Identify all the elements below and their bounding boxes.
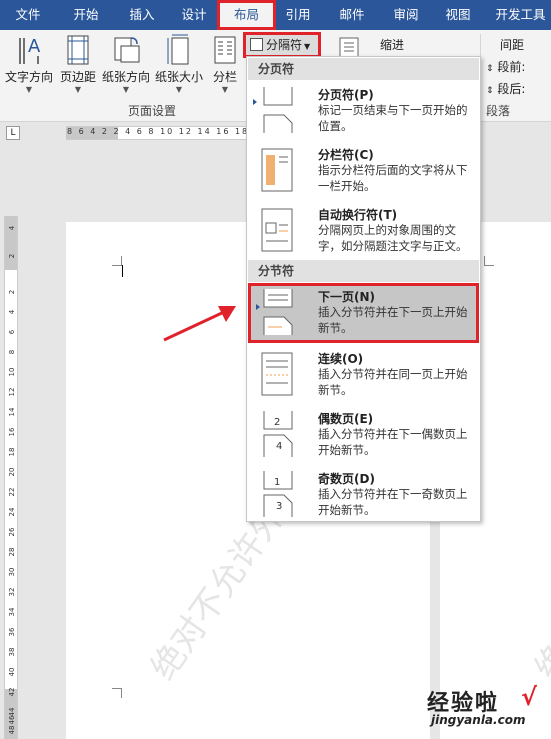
spacing-label: 间距 bbox=[500, 38, 525, 52]
orientation-icon bbox=[114, 37, 140, 63]
chevron-down-icon: ▼ bbox=[25, 85, 33, 94]
page-break-icon bbox=[263, 87, 293, 133]
watermark: 绝对不允许外传 bbox=[527, 469, 551, 688]
indent-label: 缩进 bbox=[380, 38, 405, 52]
spin-icon: ⇕ bbox=[486, 86, 494, 96]
line-numbers-icon[interactable] bbox=[336, 36, 362, 58]
even-page-icon: 2 4 bbox=[263, 411, 293, 457]
tab-highlight-box bbox=[217, 0, 276, 30]
group-paragraph-label: 段落 bbox=[486, 104, 511, 118]
tab-view[interactable]: 视图 bbox=[436, 0, 480, 30]
breaks-button[interactable]: 分隔符 ▼ bbox=[243, 32, 321, 58]
chevron-down-icon: ▼ bbox=[74, 85, 82, 94]
menu-item-text-wrapping-break[interactable]: 自动换行符(T) 分隔网页上的对象周围的文字，如分隔题注文字与正文。 bbox=[248, 201, 479, 261]
breaks-dropdown-menu: 分页符 分页符(P) 标记一页结束与下一页开始的位置。 分栏符(C) 指示分栏符… bbox=[246, 56, 481, 522]
svg-text:A: A bbox=[28, 36, 41, 57]
svg-text:1: 1 bbox=[274, 477, 280, 488]
menu-item-odd-page[interactable]: 1 3 奇数页(D) 插入分节符并在下一奇数页上开始新节。 bbox=[248, 465, 479, 525]
next-page-icon bbox=[263, 289, 293, 335]
page-size-icon bbox=[167, 34, 189, 65]
text-direction-icon: A bbox=[19, 36, 41, 64]
crop-mark bbox=[112, 688, 122, 698]
tab-file[interactable]: 文件 bbox=[6, 0, 50, 30]
chevron-down-icon: ▼ bbox=[304, 42, 311, 51]
section-header-section-breaks: 分节符 bbox=[248, 260, 479, 282]
orientation-button[interactable]: 纸张方向 ▼ bbox=[100, 34, 152, 94]
spin-icon: ⇕ bbox=[486, 64, 494, 74]
tab-review[interactable]: 审阅 bbox=[384, 0, 428, 30]
spacing-before[interactable]: ⇕ 段前: bbox=[486, 58, 525, 75]
tab-mailings[interactable]: 邮件 bbox=[330, 0, 374, 30]
menu-item-column-break[interactable]: 分栏符(C) 指示分栏符后面的文字将从下一栏开始。 bbox=[248, 141, 479, 201]
chevron-down-icon: ▼ bbox=[122, 85, 130, 94]
crop-mark bbox=[112, 256, 122, 266]
columns-button[interactable]: 分栏 ▼ bbox=[208, 34, 242, 94]
margins-icon bbox=[67, 35, 89, 65]
odd-page-icon: 1 3 bbox=[263, 471, 293, 517]
chevron-down-icon: ▼ bbox=[175, 85, 183, 94]
tab-insert[interactable]: 插入 bbox=[118, 0, 166, 30]
vertical-ruler[interactable]: 4 2 2 4 6 8 10 12 14 16 18 20 22 24 26 2… bbox=[4, 216, 18, 739]
checkmark-icon: √ bbox=[521, 683, 538, 711]
chevron-down-icon: ▼ bbox=[221, 85, 229, 94]
text-wrapping-icon bbox=[261, 208, 293, 252]
menu-item-next-page[interactable]: 下一页(N) 插入分节符并在下一页上开始新节。 bbox=[248, 283, 479, 343]
pointer-arrow-icon bbox=[163, 306, 236, 342]
text-cursor bbox=[122, 265, 123, 277]
column-break-icon bbox=[261, 148, 293, 192]
breaks-icon bbox=[250, 38, 263, 51]
tab-developer[interactable]: 开发工具 bbox=[490, 0, 551, 30]
columns-icon bbox=[214, 36, 236, 64]
ruler-numbers: 8 6 4 2 2 4 6 8 10 12 14 16 18 bbox=[67, 127, 250, 136]
tab-references[interactable]: 引用 bbox=[276, 0, 320, 30]
group-page-setup-label: 页面设置 bbox=[128, 104, 177, 118]
site-logo: 经验啦 √ jingyanla.com bbox=[427, 683, 538, 727]
menu-item-even-page[interactable]: 2 4 偶数页(E) 插入分节符并在下一偶数页上开始新节。 bbox=[248, 405, 479, 465]
crop-mark bbox=[484, 256, 494, 266]
menu-item-continuous[interactable]: 连续(O) 插入分节符并在同一页上开始新节。 bbox=[248, 345, 479, 405]
svg-text:4: 4 bbox=[276, 441, 282, 452]
section-header-page-breaks: 分页符 bbox=[248, 58, 479, 80]
continuous-break-icon bbox=[261, 352, 293, 396]
ribbon-tab-bar: 文件 开始 插入 设计 布局 引用 邮件 审阅 视图 开发工具 bbox=[0, 0, 551, 30]
size-button[interactable]: 纸张大小 ▼ bbox=[154, 34, 204, 94]
tab-selector[interactable]: L bbox=[6, 126, 20, 140]
svg-text:2: 2 bbox=[274, 417, 280, 428]
menu-marker-icon bbox=[253, 99, 257, 105]
spacing-after[interactable]: ⇕ 段后: bbox=[486, 80, 525, 97]
margins-button[interactable]: 页边距 ▼ bbox=[58, 34, 98, 94]
tab-design[interactable]: 设计 bbox=[170, 0, 218, 30]
text-direction-button[interactable]: A 文字方向 ▼ bbox=[2, 34, 56, 94]
menu-item-page-break[interactable]: 分页符(P) 标记一页结束与下一页开始的位置。 bbox=[248, 81, 479, 141]
svg-text:3: 3 bbox=[276, 501, 282, 512]
tab-home[interactable]: 开始 bbox=[62, 0, 110, 30]
